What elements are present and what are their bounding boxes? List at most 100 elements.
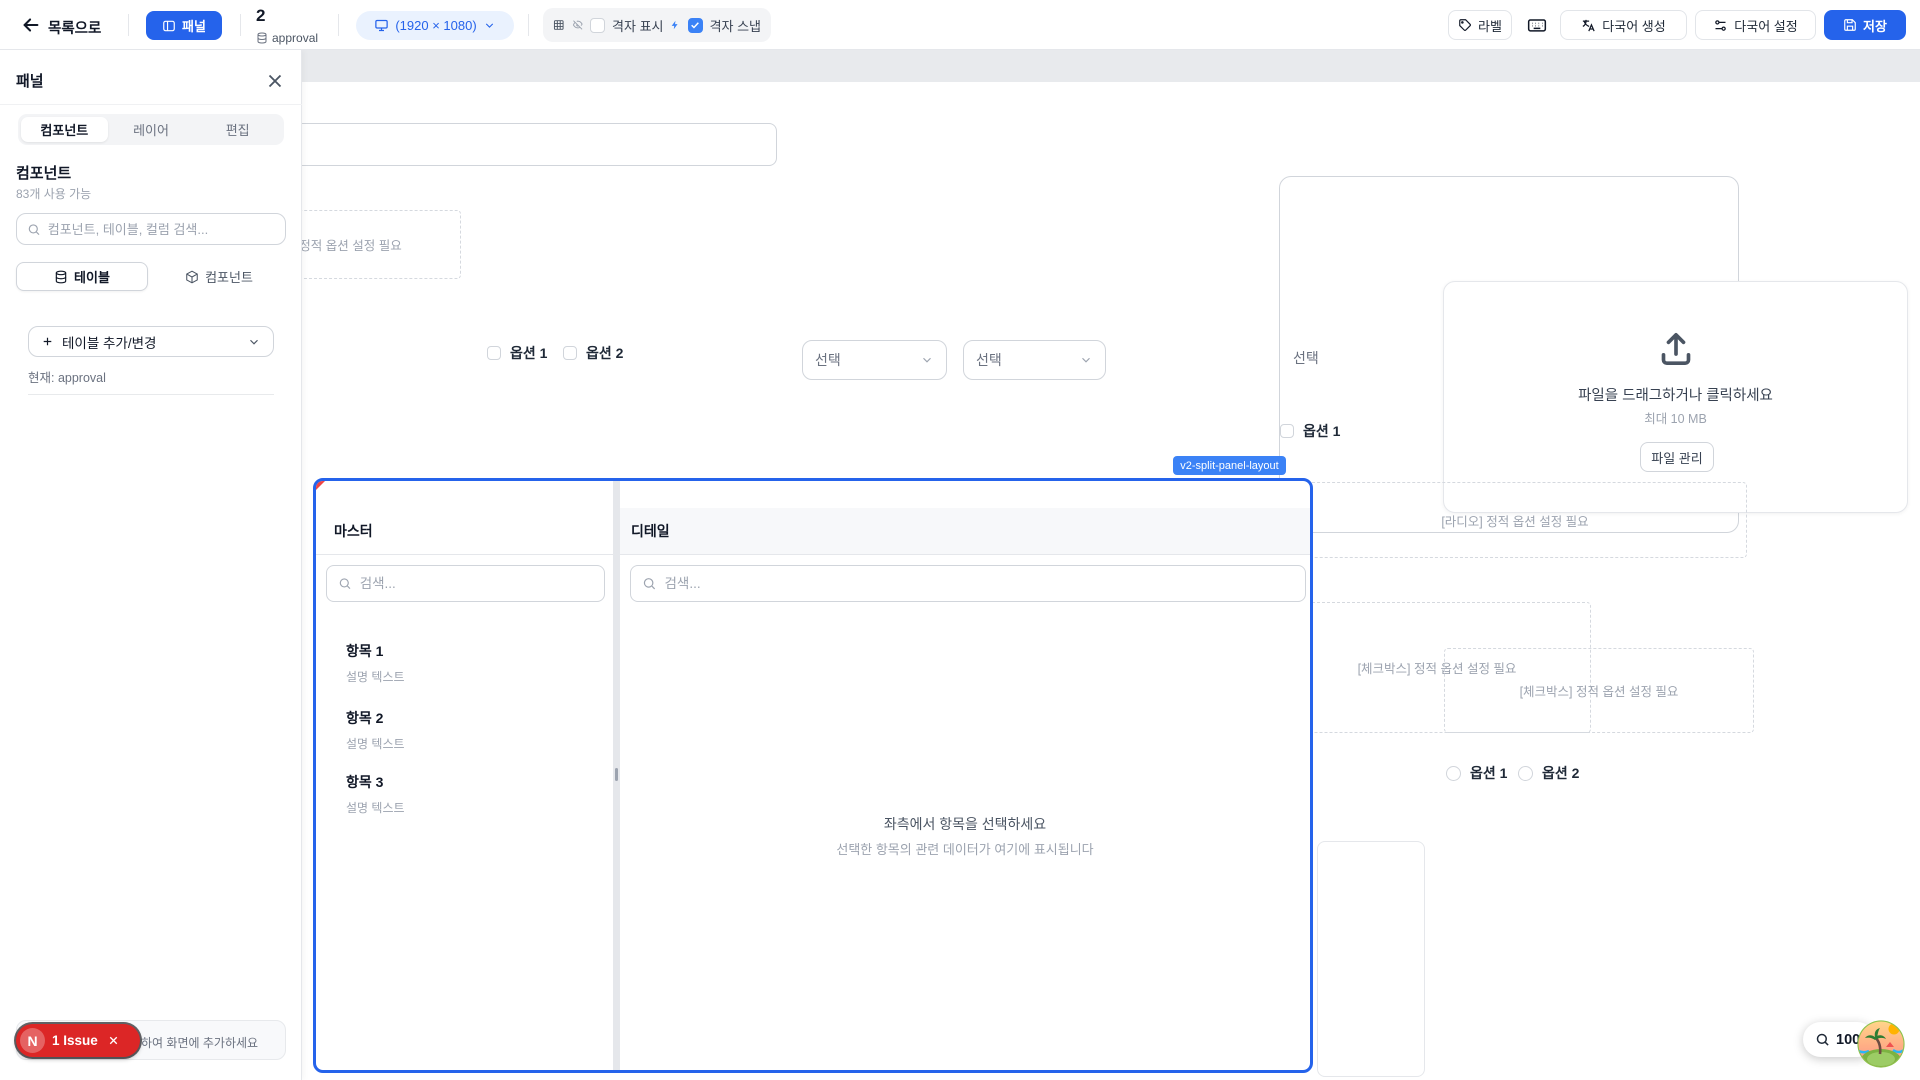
i18n-generate-button[interactable]: 다국어 생성 [1560, 10, 1687, 40]
split-resizer[interactable] [613, 481, 620, 1070]
components-section-title: 컴포넌트 [16, 162, 71, 183]
resizer-handle-icon [615, 768, 618, 781]
component-search[interactable] [16, 213, 286, 245]
overlap-checkbox[interactable]: 옵션 1 [1280, 421, 1340, 441]
list-item[interactable]: 항목 2 설명 텍스트 [346, 708, 405, 752]
chevron-down-icon [920, 353, 934, 367]
keyboard-icon[interactable] [1526, 15, 1548, 35]
upload-instruction: 파일을 드래그하거나 클릭하세요 [1444, 384, 1907, 405]
detail-header [620, 508, 1310, 554]
issue-logo: N [20, 1028, 45, 1053]
checkbox-icon[interactable] [1280, 424, 1294, 438]
select-warning-text: 정적 옵션 설정 필요 [299, 235, 401, 254]
list-item-desc: 설명 텍스트 [346, 668, 405, 685]
add-table-dropdown[interactable]: 테이블 추가/변경 [28, 326, 274, 357]
file-manage-button[interactable]: 파일 관리 [1640, 442, 1714, 472]
detail-search[interactable] [630, 565, 1306, 602]
database-icon [54, 270, 68, 284]
divider [0, 104, 302, 105]
grid-icon[interactable] [553, 17, 565, 33]
file-upload-card[interactable]: 파일을 드래그하거나 클릭하세요 최대 10 MB 파일 관리 [1443, 281, 1908, 513]
canvas-select-2[interactable]: 선택 [963, 340, 1106, 380]
radio-label: 옵션 2 [1542, 763, 1579, 783]
select-placeholder: 선택 [815, 350, 841, 370]
bound-table: approval [256, 31, 318, 45]
canvas-empty-container[interactable] [1317, 841, 1425, 1077]
canvas-radio-option2[interactable]: 옵션 2 [1518, 763, 1579, 783]
upload-icon [1656, 329, 1696, 369]
radio-icon[interactable] [1518, 766, 1533, 781]
monitor-icon [374, 18, 389, 33]
checkbox-label: 옵션 2 [586, 343, 623, 363]
checkbox-icon[interactable] [563, 346, 577, 360]
close-icon[interactable] [264, 70, 286, 92]
i18n-settings-button[interactable]: 다국어 설정 [1695, 10, 1816, 40]
current-table-text: 현재: approval [28, 367, 106, 386]
i18n-settings-text: 다국어 설정 [1734, 16, 1797, 35]
checkbox-warning-box-2[interactable]: [체크박스] 정적 옵션 설정 필요 [1444, 648, 1754, 733]
panel-tab-bar: 컴포넌트 레이어 편집 [18, 114, 284, 145]
issue-badge[interactable]: N 1 Issue [16, 1024, 140, 1057]
island-widget-icon[interactable] [1856, 1019, 1906, 1069]
grid-show-checkbox[interactable] [590, 18, 605, 33]
header-divider [316, 554, 1310, 555]
select-placeholder: 선택 [1293, 348, 1319, 368]
chevron-down-icon [483, 19, 496, 32]
canvas-radio-option1[interactable]: 옵션 1 [1446, 763, 1507, 783]
cube-icon [185, 270, 199, 284]
list-item-desc: 설명 텍스트 [346, 735, 405, 752]
radio-icon[interactable] [1446, 766, 1461, 781]
split-panel-component[interactable]: 마스터 디테일 항목 1 설명 텍스트 항목 2 설명 텍스트 항목 3 설명 … [313, 478, 1313, 1073]
canvas-text-input[interactable] [290, 123, 777, 166]
eye-off-icon[interactable] [572, 17, 584, 33]
divider [528, 14, 529, 36]
divider [28, 394, 274, 395]
component-toggle-label: 컴포넌트 [205, 267, 253, 286]
master-search-input[interactable] [360, 576, 593, 591]
radio-warning-text: [라디오] 정적 옵션 설정 필요 [1441, 511, 1588, 530]
grid-snap-checkbox[interactable] [688, 18, 703, 33]
panel-toggle-button[interactable]: 패널 [146, 11, 222, 40]
canvas-select-1[interactable]: 선택 [802, 340, 947, 380]
page-number: 2 [256, 6, 265, 26]
canvas-checkbox-option1[interactable]: 옵션 1 [487, 343, 547, 363]
detail-search-input[interactable] [664, 576, 1294, 591]
list-item-title: 항목 3 [346, 772, 405, 792]
divider [240, 14, 241, 36]
drag-hint-text: 하여 화면에 추가하세요 [141, 1034, 258, 1051]
tab-components[interactable]: 컴포넌트 [21, 117, 108, 142]
tab-edit[interactable]: 편집 [194, 117, 281, 142]
checkbox-warning-text: [체크박스] 정적 옵션 설정 필요 [1520, 681, 1679, 700]
tab-layers[interactable]: 레이어 [108, 117, 195, 142]
grid-snap-label: 격자 스냅 [710, 16, 761, 35]
checkbox-label: 옵션 1 [1303, 421, 1340, 441]
master-search[interactable] [326, 565, 605, 602]
checkbox-label: 옵션 1 [510, 343, 547, 363]
list-item[interactable]: 항목 3 설명 텍스트 [346, 772, 405, 816]
detail-panel-title: 디테일 [631, 521, 670, 541]
settings-sliders-icon [1713, 18, 1728, 33]
component-search-input[interactable] [48, 222, 275, 237]
resolution-dropdown[interactable]: (1920 × 1080) [356, 11, 514, 40]
table-toggle-label: 테이블 [74, 267, 110, 286]
save-icon [1843, 18, 1857, 32]
arrow-left-icon[interactable] [20, 14, 42, 36]
table-toggle-button[interactable]: 테이블 [16, 262, 148, 291]
close-icon[interactable] [107, 1034, 120, 1047]
component-type-badge: v2-split-panel-layout [1173, 456, 1286, 475]
panel-title: 패널 [16, 70, 44, 91]
list-item[interactable]: 항목 1 설명 텍스트 [346, 641, 405, 685]
radio-label: 옵션 1 [1470, 763, 1507, 783]
label-button[interactable]: 라벨 [1448, 10, 1512, 40]
component-toggle-button[interactable]: 컴포넌트 [152, 262, 286, 291]
back-to-list-button[interactable]: 목록으로 [48, 17, 101, 38]
radio-warning-box[interactable]: [라디오] 정적 옵션 설정 필요 [1283, 482, 1747, 558]
select-placeholder: 선택 [976, 350, 1002, 370]
label-button-text: 라벨 [1478, 16, 1502, 35]
checkbox-icon[interactable] [487, 346, 501, 360]
list-item-title: 항목 1 [346, 641, 405, 661]
save-button[interactable]: 저장 [1824, 10, 1906, 40]
database-icon [256, 32, 268, 44]
canvas-checkbox-option2[interactable]: 옵션 2 [563, 343, 623, 363]
chevron-down-icon [1079, 353, 1093, 367]
